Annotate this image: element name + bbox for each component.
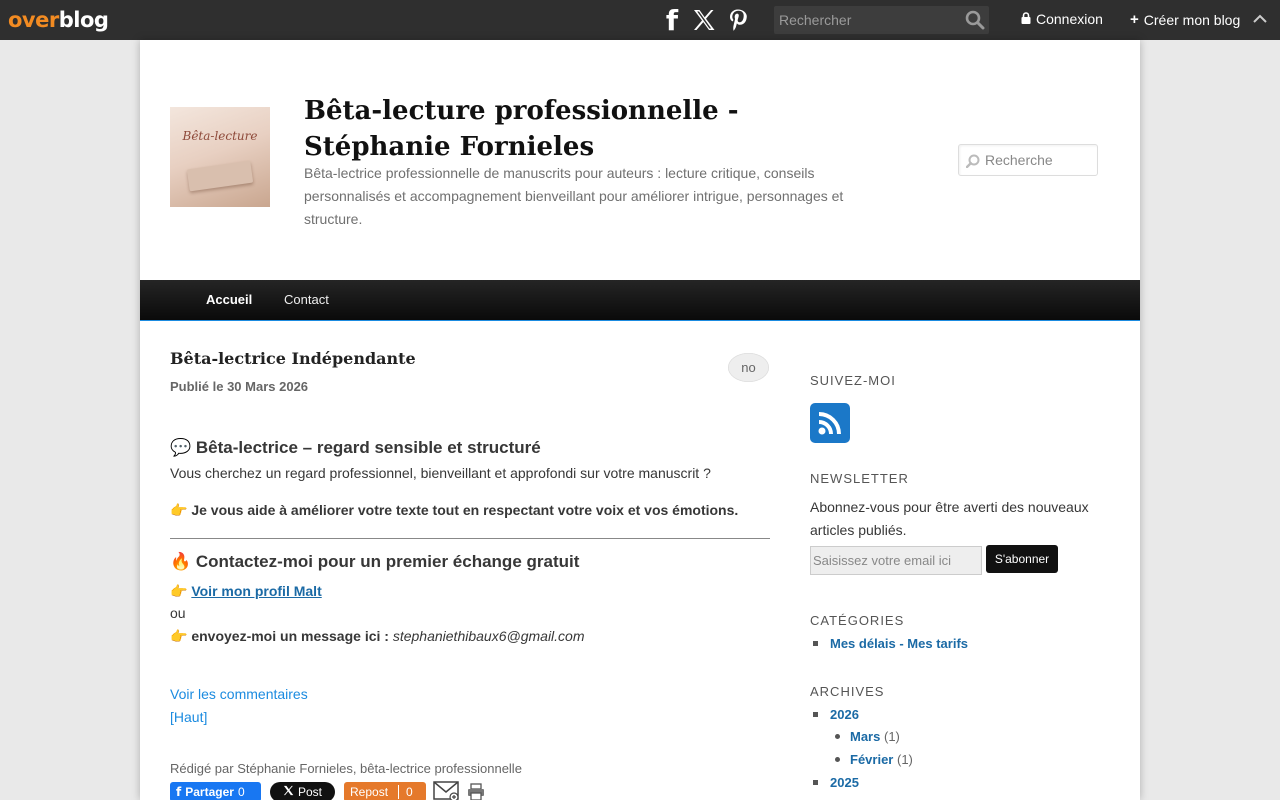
x-post-button[interactable]: Post (270, 782, 335, 800)
topbar-search (774, 6, 989, 34)
logo-over: over (8, 8, 59, 32)
post-heading-2: 🔥 Contactez-moi pour un premier échange … (170, 552, 580, 571)
mail-share-icon[interactable] (433, 780, 461, 800)
repost-label: Repost (350, 785, 389, 799)
archive-year-2025[interactable]: 2025 (830, 775, 859, 790)
message-line: 👉 envoyez-moi un message ici : stephanie… (170, 628, 585, 645)
archive-month-count: (1) (883, 729, 900, 744)
subscribe-button[interactable]: S'abonner (986, 545, 1058, 573)
print-icon[interactable] (467, 783, 485, 800)
category-item-delais-tarifs[interactable]: Mes délais - Mes tarifs (830, 636, 968, 651)
fb-share-label: Partager (185, 785, 234, 799)
post-heading-1: 💬 Bêta-lectrice – regard sensible et str… (170, 438, 541, 457)
fb-share-count: 0 (237, 785, 245, 799)
create-label: Créer mon blog (1143, 11, 1241, 28)
list-bullet (813, 780, 818, 785)
header-search-input[interactable] (985, 145, 1095, 175)
site-description: Bêta-lectrice professionnelle de manuscr… (304, 165, 844, 227)
book-image (186, 160, 254, 192)
logo-blog: blog (58, 8, 109, 32)
back-to-top-link[interactable]: [Haut] (170, 709, 207, 725)
follow-title: SUIVEZ-MOI (810, 373, 896, 388)
thumbnail-text: Bêta-lecture (182, 129, 258, 143)
facebook-icon: f (176, 785, 182, 799)
or-text: ou (170, 605, 186, 621)
lock-icon (1021, 11, 1031, 27)
archive-month-count: (1) (897, 752, 913, 767)
create-blog-link[interactable]: + Créer mon blog (1130, 11, 1240, 28)
site-title[interactable]: Bêta-lecture professionnelle - Stéphanie… (304, 93, 864, 165)
archives-title: ARCHIVES (810, 684, 885, 699)
x-post-label: Post (297, 785, 322, 799)
malt-profile-link[interactable]: Voir mon profil Malt (191, 583, 321, 599)
archive-month-label: Février (850, 752, 894, 767)
list-bullet (835, 734, 840, 739)
login-link[interactable]: Connexion (1021, 11, 1103, 27)
post-title[interactable]: Bêta-lectrice Indépendante (170, 349, 416, 368)
list-bullet (813, 641, 818, 646)
header-search (958, 144, 1098, 176)
repost-button[interactable]: Repost 0 (344, 782, 426, 800)
login-label: Connexion (1036, 11, 1103, 27)
categories-title: CATÉGORIES (810, 613, 905, 628)
overblog-logo[interactable]: overblog (8, 8, 109, 32)
site-thumbnail[interactable]: Bêta-lecture (170, 107, 270, 207)
message-prefix: 👉 envoyez-moi un message ici : (170, 628, 393, 644)
page-container: Bêta-lecture Bêta-lecture professionnell… (140, 40, 1140, 800)
divider (170, 538, 770, 539)
nav-item-contact[interactable]: Contact (284, 292, 329, 307)
main-nav: Accueil Contact (140, 280, 1140, 321)
facebook-icon[interactable]: f (658, 4, 686, 37)
rss-icon[interactable] (810, 403, 850, 443)
archive-month-mars[interactable]: Mars (1) (850, 729, 900, 744)
facebook-share-button[interactable]: f Partager 0 (170, 782, 261, 800)
newsletter-text: Abonnez-vous pour être averti des nouvea… (810, 499, 1089, 538)
newsletter-email-input[interactable] (810, 546, 982, 575)
malt-prefix: 👉 (170, 583, 192, 599)
post-byline: Rédigé par Stéphanie Fornieles, bêta-lec… (170, 761, 522, 776)
newsletter-title: NEWSLETTER (810, 471, 909, 486)
plus-icon: + (1130, 11, 1139, 28)
x-icon (283, 785, 294, 799)
comment-bubble[interactable]: no (728, 353, 769, 382)
list-bullet (835, 757, 840, 762)
post-intro: Vous cherchez un regard professionnel, b… (170, 465, 711, 481)
chevron-up-icon[interactable] (1252, 12, 1268, 31)
x-icon[interactable] (690, 6, 718, 34)
post-date: Publié le 30 Mars 2026 (170, 379, 309, 394)
post-help-text: 👉 Je vous aide à améliorer votre texte t… (170, 502, 739, 518)
malt-line: 👉 Voir mon profil Malt (170, 583, 322, 600)
repost-count: 0 (398, 785, 420, 799)
view-comments-link[interactable]: Voir les commentaires (170, 686, 308, 702)
search-icon (965, 154, 980, 173)
archive-year-2026[interactable]: 2026 (830, 707, 859, 722)
search-icon[interactable] (965, 10, 985, 35)
archive-month-fevrier[interactable]: Février (1) (850, 752, 913, 767)
topbar-search-input[interactable] (774, 6, 959, 34)
nav-item-accueil[interactable]: Accueil (206, 292, 252, 307)
archive-month-label: Mars (850, 729, 881, 744)
pinterest-icon[interactable] (724, 6, 752, 34)
overblog-topbar: overblog f Connexion + Créer mon blog (0, 0, 1280, 40)
contact-email: stephaniethibaux6@gmail.com (392, 628, 585, 644)
list-bullet (813, 712, 818, 717)
